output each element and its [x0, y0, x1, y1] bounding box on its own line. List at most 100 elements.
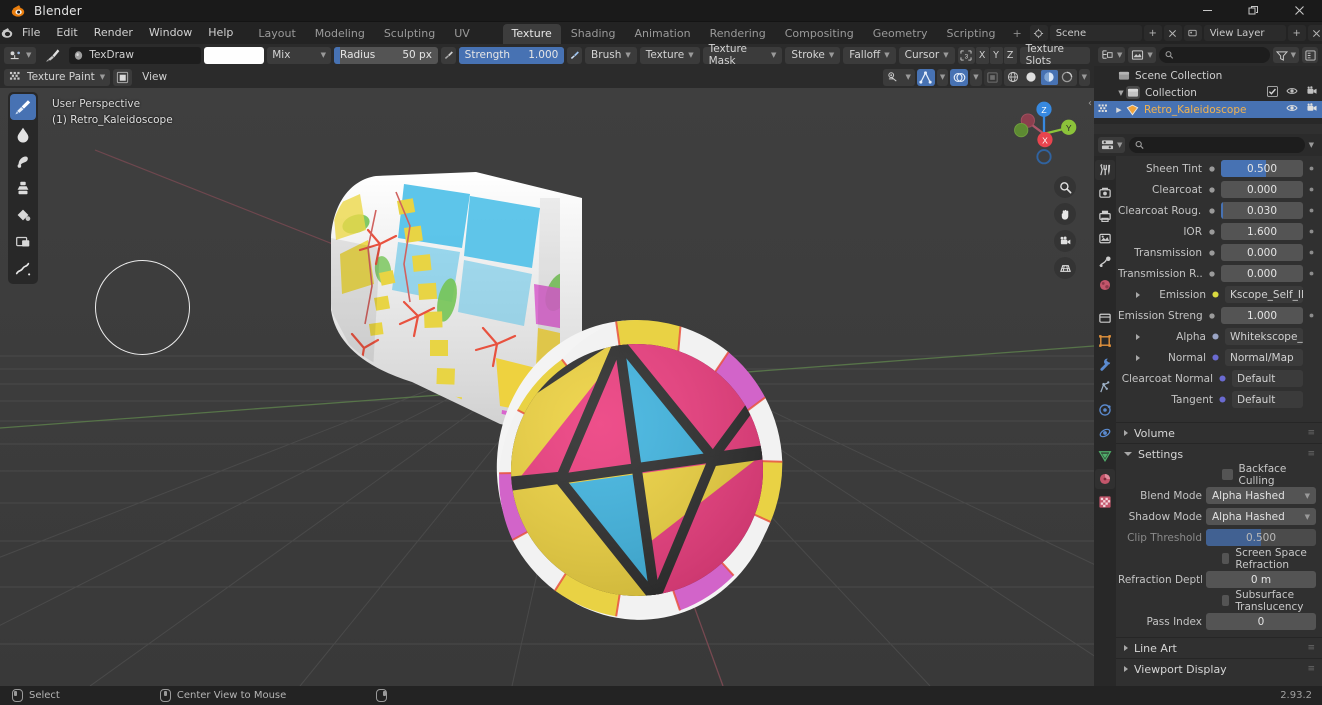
properties-search-field[interactable]	[1148, 139, 1299, 151]
overlays-toggle[interactable]	[950, 68, 969, 86]
gizmo-popover[interactable]: ▼	[936, 68, 949, 86]
panel-volume[interactable]: Volume ≡	[1116, 422, 1322, 443]
animate-property-icon[interactable]	[1307, 207, 1316, 214]
camera-icon[interactable]	[1306, 86, 1318, 99]
outliner-search-input[interactable]	[1158, 47, 1270, 63]
alpha-texture-field[interactable]: Whitekscope_Refrac...	[1225, 328, 1303, 345]
workspace-tab-texture-paint[interactable]: Texture Paint	[502, 24, 561, 60]
rendered-shading-button[interactable]	[1059, 70, 1076, 85]
stroke-popover[interactable]: Stroke ▼	[785, 46, 841, 64]
properties-tab-object[interactable]	[1095, 331, 1115, 351]
transmission-slider[interactable]: 0.000	[1221, 244, 1303, 261]
overlays-popover[interactable]: ▼	[970, 68, 982, 86]
radius-pressure-toggle[interactable]	[440, 46, 456, 64]
clearcoat-slider[interactable]: 0.000	[1221, 181, 1303, 198]
tool-soften[interactable]	[10, 121, 36, 147]
animate-property-icon[interactable]	[1307, 270, 1316, 277]
setting-subsurface-translucency[interactable]: Subsurface Translucency	[1116, 589, 1322, 613]
workspace-tab-rendering[interactable]: Rendering	[701, 24, 775, 44]
brush-color-swatch[interactable]	[203, 46, 265, 64]
shadow-mode-dropdown[interactable]: Alpha Hashed ▼	[1206, 508, 1316, 525]
strength-pressure-toggle[interactable]	[567, 46, 583, 64]
animate-property-icon[interactable]	[1307, 249, 1316, 256]
properties-tab-particles[interactable]	[1095, 377, 1115, 397]
refraction-depth-field[interactable]: 0 m	[1206, 571, 1316, 588]
properties-search-input[interactable]	[1129, 137, 1305, 153]
wireframe-shading-button[interactable]	[1005, 70, 1022, 85]
properties-tab-physics[interactable]	[1095, 400, 1115, 420]
new-scene-icon[interactable]: +	[1143, 25, 1162, 41]
menu-render[interactable]: Render	[86, 24, 141, 42]
brush-name-field[interactable]: TexDraw	[69, 46, 201, 64]
viewlayer-browse-icon[interactable]	[1183, 25, 1202, 41]
remove-viewlayer-icon[interactable]	[1307, 25, 1322, 41]
workspace-tab-uv-editing[interactable]: UV Editing	[445, 24, 501, 60]
workspace-tab-layout[interactable]: Layout	[249, 24, 304, 44]
outliner-restriction-toggle[interactable]	[1302, 47, 1318, 63]
clearcoat-roughness-slider[interactable]: 0.030	[1221, 202, 1303, 219]
navigation-gizmo[interactable]: Z Y X	[1006, 94, 1082, 170]
symmetry-z-button[interactable]: Z	[1003, 46, 1017, 64]
checkbox-icon[interactable]	[1222, 553, 1230, 564]
properties-tab-constraints[interactable]	[1095, 423, 1115, 443]
clearcoat-normal-field[interactable]: Default	[1232, 370, 1303, 387]
animate-property-icon[interactable]	[1307, 165, 1316, 172]
outliner-filter-mode[interactable]: ▼	[1128, 47, 1156, 63]
eye-icon[interactable]	[1286, 86, 1298, 99]
checkbox-icon[interactable]	[1222, 595, 1230, 606]
properties-tab-data[interactable]	[1095, 446, 1115, 466]
workspace-tab-modeling[interactable]: Modeling	[306, 24, 374, 44]
normal-field[interactable]: Normal/Map	[1225, 349, 1303, 366]
scene-browse-icon[interactable]	[1029, 25, 1048, 41]
texture-popover[interactable]: Texture ▼	[639, 46, 700, 64]
properties-options-chevron-down-icon[interactable]: ▼	[1309, 141, 1317, 149]
tool-clone[interactable]	[10, 175, 36, 201]
unlink-scene-icon[interactable]	[1163, 25, 1182, 41]
brush-popover[interactable]: Brush ▼	[585, 46, 637, 64]
tool-fill[interactable]	[10, 202, 36, 228]
minimize-button[interactable]	[1184, 0, 1230, 22]
animate-property-icon[interactable]	[1307, 312, 1316, 319]
menu-window[interactable]: Window	[141, 24, 200, 42]
animate-property-icon[interactable]	[1307, 186, 1316, 193]
properties-tab-texture[interactable]	[1095, 492, 1115, 512]
viewlayer-name-field[interactable]: View Layer	[1203, 25, 1286, 41]
checkbox-icon[interactable]	[1267, 85, 1278, 100]
clip-threshold-slider[interactable]: 0.500	[1206, 529, 1316, 546]
scene-name-field[interactable]: Scene	[1049, 25, 1142, 41]
outliner-display-mode[interactable]: ▼	[1098, 47, 1126, 63]
properties-tab-view-layer[interactable]	[1095, 229, 1115, 249]
solid-shading-button[interactable]	[1023, 70, 1040, 85]
expand-triangle-icon[interactable]	[1136, 333, 1140, 340]
properties-tab-modifiers[interactable]	[1095, 354, 1115, 374]
texture-mask-popover[interactable]: Texture Mask ▼	[702, 43, 783, 67]
ortho-icon[interactable]	[1054, 257, 1076, 279]
close-button[interactable]	[1276, 0, 1322, 22]
workspace-tab-shading[interactable]: Shading	[562, 24, 625, 44]
properties-tab-collection[interactable]	[1095, 308, 1115, 328]
workspace-tab-animation[interactable]: Animation	[625, 24, 699, 44]
outliner-row-collection[interactable]: ▼ Collection	[1094, 84, 1322, 101]
eye-icon[interactable]	[1286, 103, 1298, 116]
blend-mode-select[interactable]: Mix ▼	[267, 46, 331, 64]
visibility-popover[interactable]: ▼	[883, 68, 915, 86]
brush-preset-selector[interactable]: ▼	[4, 46, 37, 64]
properties-tab-output[interactable]	[1095, 206, 1115, 226]
interaction-mode-select[interactable]: Texture Paint ▼	[4, 68, 111, 86]
emission-strength-field[interactable]: 1.000	[1221, 307, 1303, 324]
new-viewlayer-icon[interactable]: +	[1287, 25, 1306, 41]
xray-toggle[interactable]	[983, 68, 1002, 86]
radius-slider[interactable]: Radius 50 px	[334, 46, 438, 64]
checkbox-icon[interactable]	[1222, 469, 1233, 480]
gizmo-toggle[interactable]	[916, 68, 935, 86]
camera-icon[interactable]	[1306, 103, 1318, 116]
workspace-tab-compositing[interactable]: Compositing	[776, 24, 863, 44]
panel-viewport-display[interactable]: Viewport Display ≡	[1116, 658, 1322, 679]
sidebar-collapse-icon[interactable]: ‹	[1088, 98, 1092, 109]
brush-type-icon[interactable]	[39, 47, 66, 64]
ior-field[interactable]: 1.600	[1221, 223, 1303, 240]
kaleidoscope-model[interactable]	[0, 88, 1094, 686]
shading-popover[interactable]: ▼	[1078, 68, 1090, 86]
panel-line-art[interactable]: Line Art ≡	[1116, 637, 1322, 658]
cursor-popover[interactable]: Cursor ▼	[898, 46, 955, 64]
